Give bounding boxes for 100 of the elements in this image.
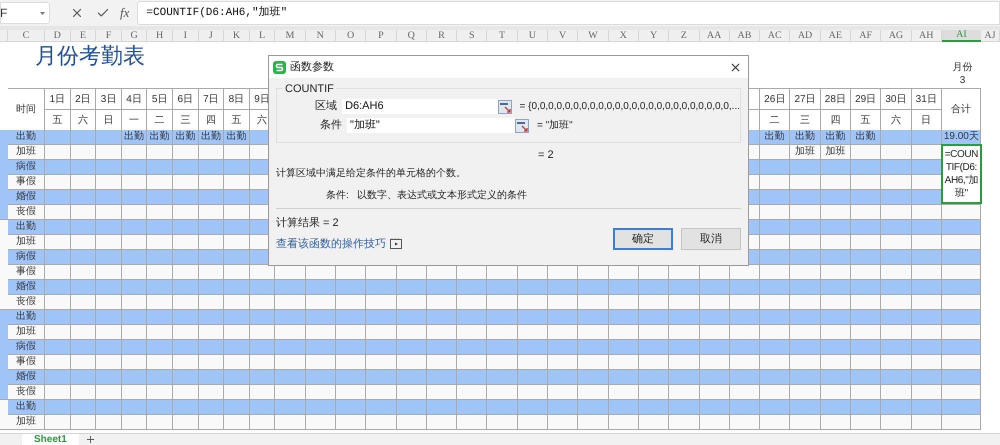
column-header[interactable]: K [224, 30, 250, 42]
column-header[interactable]: AF [850, 30, 882, 42]
column-header[interactable]: J [198, 30, 224, 42]
argument-label: 条件 [319, 118, 343, 134]
formula-result: = 2 [538, 148, 554, 163]
table-cell: 出勤 [175, 132, 196, 142]
column-header[interactable]: AI [942, 30, 981, 42]
dialog-button[interactable]: 取消 [681, 228, 741, 250]
formula-field[interactable]: =COUNTIF(D6:AH6,"加班" [137, 1, 1000, 25]
close-icon[interactable] [729, 60, 742, 74]
day-label: 26日 [764, 92, 786, 106]
column-header[interactable]: AJ [980, 30, 1000, 42]
day-label: 28日 [824, 92, 846, 106]
table-cell: 出勤 [825, 132, 846, 142]
table-cell: 出勤 [795, 132, 816, 142]
range-select-icon[interactable] [498, 100, 512, 114]
row-label: 加班 [16, 417, 36, 427]
column-header[interactable]: V [548, 30, 578, 42]
argument-field[interactable]: "加班" [347, 118, 515, 133]
weekday-label: 五 [231, 114, 242, 128]
range-select-icon[interactable] [515, 118, 529, 132]
row-label: 加班 [16, 327, 36, 337]
day-label: 4日 [126, 92, 142, 106]
column-header[interactable]: W [578, 30, 609, 42]
column-header[interactable]: Z [669, 30, 700, 42]
table-cell: 加班 [795, 147, 816, 157]
day-label: 1日 [50, 92, 66, 106]
column-header[interactable]: AC [760, 30, 790, 42]
weekday-label: 六 [78, 114, 88, 128]
argument-value: = {0,0,0,0,0,0,0,0,0,0,0,0,0,0,0,0,0,0,0,0,0,0,0,0,... [520, 100, 740, 114]
argument-field[interactable]: D6:AH6 [342, 99, 498, 114]
weekday-label: 二 [154, 114, 165, 128]
column-header[interactable]: C [8, 30, 45, 42]
app-logo-icon [273, 60, 286, 74]
row-label: 丧假 [16, 297, 36, 307]
column-header[interactable]: T [487, 30, 518, 42]
row-label: 事假 [16, 177, 36, 187]
help-label: 条件: [326, 189, 349, 203]
weekday-label: 日 [921, 114, 932, 128]
row-label: 出勤 [16, 132, 36, 142]
day-label: 3日 [100, 92, 116, 106]
day-label: 31日 [916, 92, 937, 106]
column-header[interactable]: M [275, 30, 306, 42]
row-label: 病假 [16, 252, 36, 262]
row-label: 事假 [16, 267, 36, 277]
table-cell: 出勤 [200, 132, 221, 142]
sheet-tab[interactable]: Sheet1 [22, 434, 79, 445]
column-header[interactable]: O [336, 30, 366, 42]
row-label: 婚假 [16, 192, 36, 202]
table-cell: 19.00天 [944, 132, 980, 142]
column-header[interactable]: U [518, 30, 548, 42]
row-label: 婚假 [16, 372, 36, 382]
name-box[interactable]: F [0, 2, 50, 24]
column-header[interactable]: F [96, 30, 122, 42]
column-header[interactable]: G [122, 30, 148, 42]
column-header[interactable]: AA [700, 30, 730, 42]
help-link[interactable]: 查看该函数的操作技巧 [276, 236, 386, 252]
add-sheet-icon[interactable] [84, 434, 96, 445]
argument-help: 以数字、表达式或文本形式定义的条件 [356, 188, 527, 203]
column-header[interactable]: Y [638, 30, 670, 42]
column-header[interactable]: S [457, 30, 488, 42]
column-header[interactable]: D [45, 30, 71, 42]
column-header[interactable]: AD [790, 30, 821, 42]
row-label: 加班 [16, 237, 36, 247]
weekday-label: 三 [800, 114, 810, 128]
table-cell: 出勤 [226, 132, 246, 142]
function-button[interactable]: fx [120, 3, 130, 23]
weekday-label: 五 [52, 114, 62, 128]
dialog-button[interactable]: 确定 [613, 228, 673, 250]
column-title: 合计 [950, 102, 971, 117]
column-header[interactable]: E [70, 30, 96, 42]
column-header[interactable]: H [147, 30, 173, 42]
cancel-icon[interactable] [70, 6, 84, 20]
row-label: 病假 [16, 342, 36, 352]
column-header[interactable]: L [250, 30, 276, 42]
dialog-title: 函数参数 [290, 60, 334, 75]
row-label: 婚假 [16, 282, 36, 292]
function-description: 计算区域中满足给定条件的单元格的个数。 [276, 167, 467, 181]
column-header[interactable]: AE [820, 30, 851, 42]
column-header[interactable]: P [366, 30, 397, 42]
row-label: 丧假 [16, 387, 36, 397]
column-header[interactable]: AG [881, 30, 912, 42]
weekday-label: 六 [890, 114, 901, 128]
weekday-label: 六 [257, 114, 268, 128]
column-header[interactable]: I [172, 30, 199, 42]
day-label: 7日 [203, 92, 219, 106]
argument-label: 区域 [314, 99, 338, 114]
column-header[interactable]: X [608, 30, 639, 42]
column-header[interactable]: Q [396, 30, 427, 42]
weekday-label: 三 [180, 114, 190, 128]
column-header[interactable]: N [306, 30, 336, 42]
sheet-title: 月份考勤表 [35, 43, 145, 68]
day-label: 30日 [885, 92, 906, 106]
weekday-label: 四 [830, 114, 840, 128]
column-title: 时间 [16, 102, 36, 117]
table-cell: 出勤 [856, 132, 876, 142]
cell-editor[interactable]: =COUNTIF(D6:AH6,"加班" [940, 144, 982, 204]
column-header[interactable]: AB [730, 30, 760, 42]
column-header[interactable]: R [426, 30, 458, 42]
row-label: 出勤 [16, 312, 36, 322]
